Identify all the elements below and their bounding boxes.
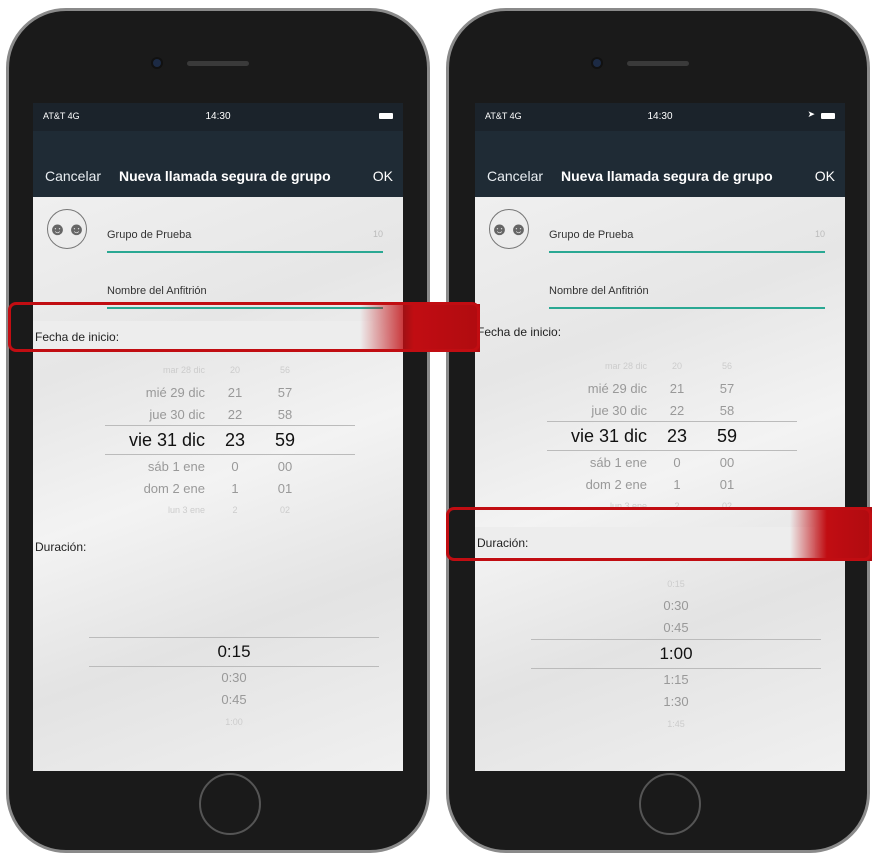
duration-row[interactable]: 0:30 (531, 595, 821, 617)
start-date-picker[interactable]: mar 28 dic 20 56 mié 29 dic 21 57 jue 30 dic… (547, 355, 797, 517)
duration-callout (446, 507, 872, 561)
duration-row[interactable]: 0:45 (89, 689, 379, 711)
field-underline (549, 251, 825, 253)
group-avatar-icon[interactable]: ☻☻ (489, 209, 529, 249)
duration-row[interactable]: 0:30 (89, 667, 379, 689)
page-title: Nueva llamada segura de grupo (561, 168, 773, 184)
phone-right: AT&T 4G 14:30 ➤ Cancelar Nueva llamada s… (446, 8, 870, 853)
duration-row-selected[interactable]: 1:00 (531, 639, 821, 669)
group-name-field[interactable]: Grupo de Prueba 10 (549, 229, 825, 253)
picker-row[interactable]: mar 28 dic 20 56 (105, 359, 355, 381)
battery-icon (379, 113, 393, 119)
char-counter: 10 (372, 229, 383, 239)
camera-icon (593, 59, 601, 67)
battery-icon (821, 113, 835, 119)
picker-row[interactable]: dom 2 ene 1 01 (547, 473, 797, 495)
picker-row[interactable]: sáb 1 ene 0 00 (105, 455, 355, 477)
speaker-grille (627, 61, 689, 66)
duration-row[interactable]: 1:30 (531, 691, 821, 713)
duration-row[interactable]: 0:45 (531, 617, 821, 639)
group-avatar-icon[interactable]: ☻☻ (47, 209, 87, 249)
picker-row[interactable]: mié 29 dic 21 57 (105, 381, 355, 403)
ok-button[interactable]: OK (373, 168, 393, 184)
clock: 14:30 (205, 111, 231, 122)
cancel-button[interactable]: Cancelar (45, 168, 101, 184)
screen: AT&T 4G 14:30 Cancelar Nueva llamada seg… (33, 103, 403, 771)
duration-row[interactable]: 0:15 (531, 573, 821, 595)
char-counter: 10 (814, 229, 825, 239)
duration-row-selected[interactable]: 0:15 (89, 637, 379, 667)
ok-button[interactable]: OK (815, 168, 835, 184)
speaker-grille (187, 61, 249, 66)
picker-row[interactable]: jue 30 dic 22 58 (105, 403, 355, 425)
start-date-picker[interactable]: mar 28 dic 20 56 mié 29 dic 21 57 jue 30 dic… (105, 359, 355, 521)
location-icon: ➤ (807, 109, 815, 119)
clock: 14:30 (647, 111, 673, 122)
picker-row[interactable]: dom 2 ene 1 01 (105, 477, 355, 499)
home-button[interactable] (639, 773, 701, 835)
picker-row-selected[interactable]: vie 31 dic 23 59 (547, 421, 797, 451)
picker-row-selected[interactable]: vie 31 dic 23 59 (105, 425, 355, 455)
duration-row[interactable]: 1:00 (89, 711, 379, 733)
duration-label: Duración: (35, 540, 87, 554)
picker-row[interactable]: mié 29 dic 21 57 (547, 377, 797, 399)
nav-bar: Cancelar Nueva llamada segura de grupo O… (475, 131, 845, 197)
duration-picker[interactable]: 0:15 0:30 0:45 1:00 (89, 637, 379, 733)
phone-left: AT&T 4G 14:30 Cancelar Nueva llamada seg… (6, 8, 430, 853)
group-name-field[interactable]: Grupo de Prueba 10 (107, 229, 383, 253)
picker-row[interactable]: lun 3 ene 2 02 (105, 499, 355, 521)
duration-row[interactable]: 1:15 (531, 669, 821, 691)
picker-row[interactable]: sáb 1 ene 0 00 (547, 451, 797, 473)
screen: AT&T 4G 14:30 ➤ Cancelar Nueva llamada s… (475, 103, 845, 771)
duration-row[interactable]: 1:45 (531, 713, 821, 735)
page-title: Nueva llamada segura de grupo (119, 168, 331, 184)
picker-row[interactable]: jue 30 dic 22 58 (547, 399, 797, 421)
picker-row[interactable]: mar 28 dic 20 56 (547, 355, 797, 377)
group-name-value: Grupo de Prueba (549, 229, 634, 241)
field-underline (107, 251, 383, 253)
group-name-value: Grupo de Prueba (107, 229, 192, 241)
status-bar: AT&T 4G 14:30 ➤ (475, 103, 845, 131)
home-button[interactable] (199, 773, 261, 835)
camera-icon (153, 59, 161, 67)
start-date-callout (8, 302, 480, 352)
start-date-label: Fecha de inicio: (477, 325, 562, 339)
host-name-value: Nombre del Anfitrión (549, 285, 649, 297)
nav-bar: Cancelar Nueva llamada segura de grupo O… (33, 131, 403, 197)
status-bar: AT&T 4G 14:30 (33, 103, 403, 131)
duration-picker[interactable]: 0:15 0:30 0:45 1:00 1:15 1:30 1:45 (531, 573, 821, 735)
host-name-value: Nombre del Anfitrión (107, 285, 207, 297)
host-name-field[interactable]: Nombre del Anfitrión (549, 285, 825, 309)
cancel-button[interactable]: Cancelar (487, 168, 543, 184)
field-underline (549, 307, 825, 309)
